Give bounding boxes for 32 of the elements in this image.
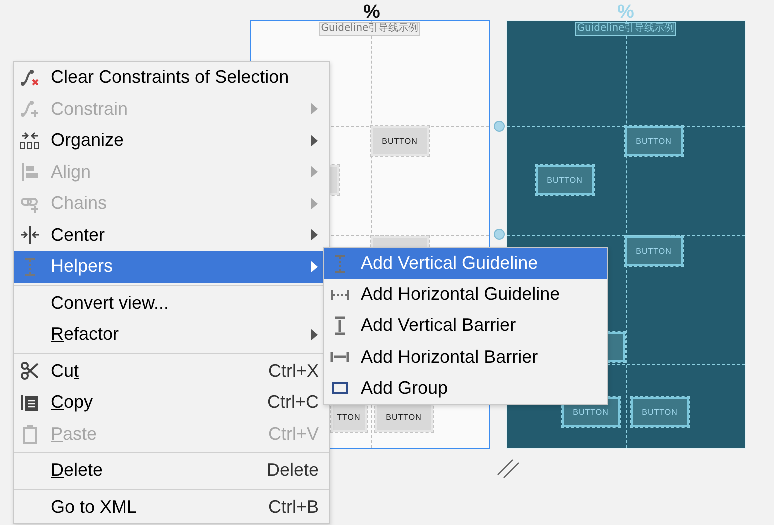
clipboard-icon (20, 424, 40, 444)
submenu-arrow-icon (310, 165, 319, 180)
submenu-arrow-icon (310, 228, 319, 242)
organize-icon (20, 130, 40, 151)
submenu-arrow-icon (310, 328, 319, 342)
menu-item[interactable]: Add Vertical Guideline (324, 248, 607, 280)
layout-title: Guideline引导线示例 (575, 22, 677, 36)
percent-marker: % (364, 3, 380, 23)
submenu-arrow-icon (310, 134, 319, 148)
layout-button[interactable]: TTON (331, 402, 367, 432)
center-icon (20, 225, 40, 246)
layout-button[interactable]: BUTTON (375, 402, 433, 432)
menu-item[interactable]: Organize (14, 125, 329, 156)
copy-icon (20, 392, 40, 413)
submenu-arrow-icon (310, 260, 319, 274)
guideline-handle[interactable] (494, 121, 505, 132)
submenu-arrow-icon (310, 102, 319, 116)
menu-item[interactable]: Go to XML Ctrl+B (14, 492, 329, 523)
layout-button[interactable]: BUTTON (371, 126, 429, 156)
add-constraint-icon (20, 99, 40, 120)
submenu-arrow-icon (310, 196, 319, 211)
scissors-icon (20, 361, 40, 382)
align-icon (20, 162, 40, 182)
menu-item[interactable]: Center (14, 220, 329, 251)
menu-item[interactable]: Delete Delete (14, 455, 329, 486)
clear-constraints-icon (20, 68, 40, 88)
menu-item[interactable]: Add Vertical Barrier (324, 310, 607, 342)
guideline-handle[interactable] (494, 229, 505, 240)
menu-item[interactable]: Add Horizontal Barrier (324, 342, 607, 373)
menu-item[interactable]: Clear Constraints of Selection (14, 62, 329, 94)
percent-marker: % (618, 3, 634, 23)
layout-title: Guideline引导线示例 (319, 22, 421, 36)
